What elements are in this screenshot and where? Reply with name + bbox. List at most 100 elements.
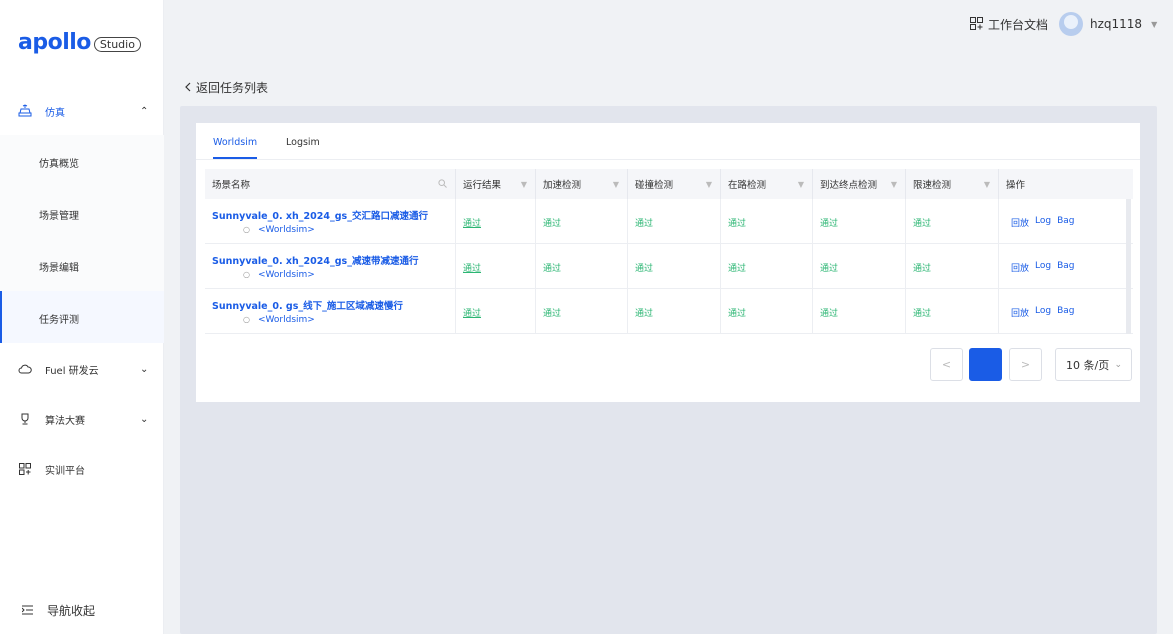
tab-logsim[interactable]: Logsim	[286, 137, 320, 148]
bullet-icon: ○	[243, 315, 250, 324]
nav-simulation-label: 仿真	[45, 107, 65, 119]
search-icon[interactable]	[438, 178, 447, 190]
bullet-icon: ○	[243, 225, 250, 234]
sim-tabs: Worldsim Logsim	[196, 123, 1140, 160]
log-link[interactable]: Log	[1035, 306, 1051, 319]
replay-link[interactable]: 回放	[1011, 306, 1029, 319]
header-label: 加速检测	[543, 180, 582, 191]
cell-scene: Sunnyvale_0. gs_线下_施工区域减速慢行 ○ <Worldsim>	[205, 289, 456, 334]
nav-simulation[interactable]: 仿真 ⌃	[0, 104, 164, 119]
docs-link[interactable]: 工作台文档	[970, 16, 1048, 33]
filter-icon[interactable]: ▼	[613, 180, 619, 189]
avatar	[1059, 12, 1083, 36]
cell-result: 通过	[456, 244, 536, 289]
bag-link[interactable]: Bag	[1057, 216, 1074, 229]
replay-link[interactable]: 回放	[1011, 261, 1029, 274]
next-page-button[interactable]: >	[1009, 348, 1042, 381]
cell-result: 通过	[628, 244, 721, 289]
apollo-logo[interactable]: apollo Studio	[18, 30, 141, 55]
cell-scene: Sunnyvale_0. xh_2024_gs_减速带减速通行 ○ <Worldsi…	[205, 244, 456, 289]
collapse-label: 导航收起	[47, 604, 96, 618]
sidebar-item-label: 场景编辑	[39, 263, 79, 274]
scene-type: ○ <Worldsim>	[243, 315, 315, 325]
pass-status: 通过	[635, 264, 654, 274]
header-label: 场景名称	[212, 180, 251, 191]
chevron-down-icon: ⌄	[140, 363, 149, 375]
page-1-button[interactable]	[969, 348, 1002, 381]
replay-link[interactable]: 回放	[1011, 216, 1029, 229]
scene-name-link[interactable]: Sunnyvale_0. gs_线下_施工区域减速慢行	[212, 298, 403, 312]
nav-fuel[interactable]: Fuel 研发云 ⌄	[0, 362, 164, 377]
bag-link[interactable]: Bag	[1057, 306, 1074, 319]
caret-down-icon: ▼	[1151, 19, 1158, 29]
cell-result: 通过	[721, 289, 813, 334]
cell-actions: 回放 Log Bag	[999, 244, 1133, 289]
col-accel-check: 加速检测 ▼	[536, 169, 628, 199]
header-label: 操作	[1006, 180, 1026, 191]
col-scene-name: 场景名称	[205, 169, 456, 199]
sidebar-item-scene-management[interactable]: 场景管理	[0, 187, 164, 239]
bag-link[interactable]: Bag	[1057, 261, 1074, 274]
nav-contest[interactable]: 算法大赛 ⌄	[0, 412, 164, 427]
docs-label: 工作台文档	[988, 18, 1049, 32]
page-size-select[interactable]: 10 条/页 ⌄	[1055, 348, 1132, 381]
pass-status-link[interactable]: 通过	[463, 261, 481, 274]
collapse-icon	[21, 604, 33, 618]
log-link[interactable]: Log	[1035, 216, 1051, 229]
nav-training[interactable]: 实训平台	[0, 462, 164, 477]
filter-icon[interactable]: ▼	[521, 180, 527, 189]
scene-type-label: <Worldsim>	[257, 315, 315, 325]
pass-status: 通过	[820, 219, 839, 229]
pass-status: 通过	[913, 264, 932, 274]
pass-status-link[interactable]: 通过	[463, 216, 481, 229]
nav-training-label: 实训平台	[45, 465, 85, 477]
cell-actions: 回放 Log Bag	[999, 199, 1133, 244]
back-to-task-list[interactable]: 返回任务列表	[184, 79, 268, 96]
pass-status: 通过	[543, 309, 562, 319]
bullet-icon: ○	[243, 270, 250, 279]
table-header: 场景名称 运行结果 ▼ 加速检测 ▼ 碰撞检测 ▼ 在路检测 ▼ 到达终点检测 …	[205, 169, 1133, 199]
grid-icon	[970, 16, 983, 33]
trophy-icon	[18, 412, 32, 426]
sidebar-item-task-evaluation[interactable]: 任务评测	[0, 291, 164, 343]
col-collision-check: 碰撞检测 ▼	[628, 169, 721, 199]
cell-result: 通过	[536, 289, 628, 334]
table-row: Sunnyvale_0. gs_线下_施工区域减速慢行 ○ <Worldsim> 通过…	[205, 289, 1133, 334]
sidebar-item-overview[interactable]: 仿真概览	[0, 135, 164, 187]
pass-status: 通过	[728, 219, 747, 229]
simulation-car-icon	[18, 104, 32, 118]
filter-icon[interactable]: ▼	[984, 180, 990, 189]
col-run-result: 运行结果 ▼	[456, 169, 536, 199]
cell-result: 通过	[813, 244, 906, 289]
pass-status: 通过	[543, 219, 562, 229]
col-onroad-check: 在路检测 ▼	[721, 169, 813, 199]
tab-worldsim[interactable]: Worldsim	[213, 137, 258, 159]
user-menu[interactable]: hzq1118 ▼	[1059, 12, 1157, 36]
scene-type: ○ <Worldsim>	[243, 225, 315, 235]
sidebar-item-scene-edit[interactable]: 场景编辑	[0, 239, 164, 291]
sidebar-item-label: 场景管理	[39, 211, 79, 222]
cell-result: 通过	[536, 244, 628, 289]
filter-icon[interactable]: ▼	[798, 180, 804, 189]
pass-status-link[interactable]: 通过	[463, 306, 481, 319]
filter-icon[interactable]: ▼	[706, 180, 712, 189]
header-label: 到达终点检测	[820, 180, 878, 191]
scene-name-link[interactable]: Sunnyvale_0. xh_2024_gs_交汇路口减速通行	[212, 208, 428, 222]
table-scrollbar[interactable]	[1126, 199, 1131, 334]
filter-icon[interactable]: ▼	[891, 180, 897, 189]
pass-status: 通过	[820, 309, 839, 319]
cell-result: 通过	[628, 199, 721, 244]
nav-fuel-label: Fuel 研发云	[45, 365, 99, 377]
prev-page-button[interactable]: <	[930, 348, 963, 381]
header-label: 运行结果	[463, 180, 502, 191]
cloud-icon	[18, 362, 32, 376]
cell-result: 通过	[906, 199, 999, 244]
nav-contest-label: 算法大赛	[45, 415, 85, 427]
log-link[interactable]: Log	[1035, 261, 1051, 274]
table-row: Sunnyvale_0. xh_2024_gs_减速带减速通行 ○ <Worldsi…	[205, 244, 1133, 289]
username: hzq1118	[1090, 17, 1143, 31]
scene-name-link[interactable]: Sunnyvale_0. xh_2024_gs_减速带减速通行	[212, 253, 418, 267]
cell-result: 通过	[628, 289, 721, 334]
collapse-nav-button[interactable]: 导航收起	[21, 602, 96, 619]
chevron-left-icon	[184, 81, 192, 95]
